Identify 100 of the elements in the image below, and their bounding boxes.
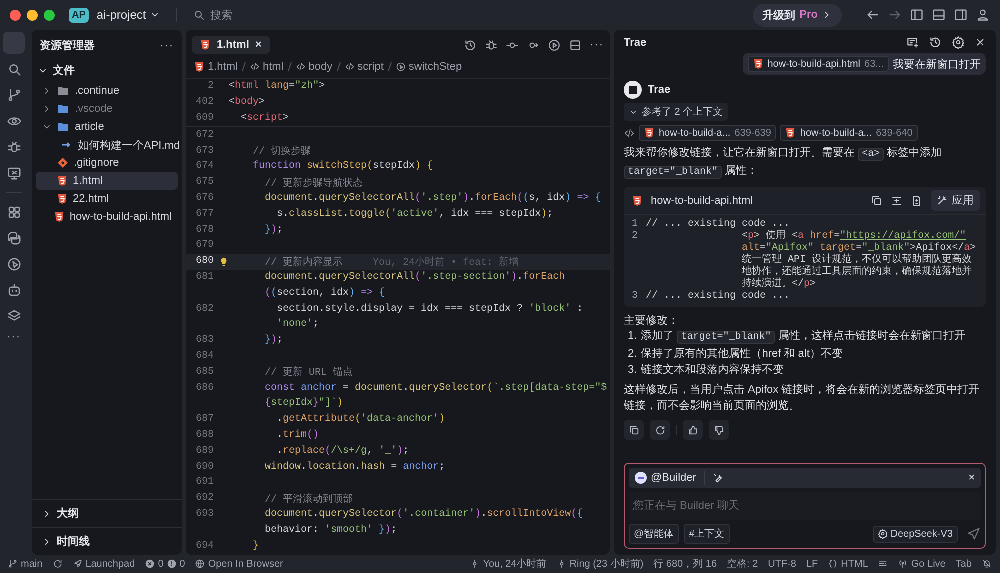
file-tree-item[interactable]: article [36, 118, 178, 136]
breadcrumb[interactable]: html [262, 61, 284, 73]
list-item: 1. 添加了 target="_blank" 属性，这样点击链接时会在新窗口打开 [627, 328, 966, 346]
branch-label[interactable]: main [21, 558, 43, 570]
section-header[interactable]: 大纲 [32, 499, 182, 527]
line-number: 674 [194, 161, 215, 172]
history-icon[interactable] [929, 36, 942, 49]
encoding-status[interactable]: UTF-8 [768, 558, 796, 570]
project-badge: AP [69, 8, 89, 22]
line-ending-status[interactable]: LF [806, 558, 818, 570]
code-line: window.location.hash = anchor; [264, 462, 446, 473]
upgrade-button[interactable]: 升级到 Pro [752, 4, 842, 26]
file-tree-item[interactable]: .continue [36, 82, 178, 100]
context-chip[interactable]: how-to-build-a... 639-640 [780, 125, 918, 141]
blame-status[interactable]: You, 24小时前 [483, 557, 547, 571]
forward-icon[interactable] [888, 8, 902, 22]
code-line: // 更新步骤导航状态 [264, 176, 364, 190]
file-chip[interactable]: how-to-build-api.html 63... [748, 56, 889, 72]
file-tree-item[interactable]: 如何构建一个API.md [36, 136, 178, 154]
apply-button[interactable]: 应用 [931, 190, 980, 211]
wrench-icon[interactable] [713, 472, 724, 484]
file-tree-item[interactable]: how-to-build-api.html [36, 208, 178, 226]
close-icon[interactable] [975, 37, 986, 48]
search-icon [6, 62, 22, 76]
agent-button[interactable]: @智能体 [629, 524, 680, 544]
right-panel-icon[interactable] [954, 8, 968, 22]
go-live-button[interactable]: Go Live [911, 558, 946, 570]
commit-status[interactable]: Ring (23 小时前) [570, 557, 644, 571]
more-button[interactable]: ··· [7, 331, 21, 343]
project-switcher[interactable]: ai-project [96, 8, 160, 22]
copy-button[interactable] [624, 420, 644, 440]
more-button[interactable]: ··· [160, 40, 174, 52]
bell-off-icon[interactable] [982, 559, 992, 569]
breadcrumb[interactable]: 1.html [208, 61, 238, 73]
back-icon[interactable] [866, 8, 880, 22]
section-header[interactable]: 时间线 [32, 527, 182, 555]
line-number: 681 [194, 272, 215, 283]
section-header[interactable]: 文件 [32, 59, 182, 82]
zoom-window-button[interactable] [44, 10, 55, 20]
split-editor-icon[interactable] [569, 38, 582, 52]
chat-input[interactable]: 您正在与 Builder 聊天 [629, 492, 981, 520]
history-icon[interactable] [464, 38, 477, 52]
more-button[interactable]: ··· [590, 39, 604, 51]
close-button[interactable]: × [968, 472, 975, 484]
references-toggle[interactable]: 参考了 2 个上下文 [624, 103, 728, 121]
regenerate-button[interactable] [650, 420, 670, 440]
grid-icon [6, 204, 22, 220]
html-file-icon [54, 211, 65, 223]
error-count[interactable]: 0 [158, 558, 164, 570]
warning-count[interactable]: 0 [180, 558, 186, 570]
breadcrumb[interactable]: switchStep [408, 61, 462, 73]
insert-icon[interactable] [891, 194, 903, 206]
settings-icon[interactable] [952, 36, 965, 49]
lightbulb-icon[interactable] [219, 256, 229, 267]
robot-icon [6, 282, 22, 298]
message-text: 主要修改： [624, 314, 680, 328]
new-chat-icon[interactable] [906, 36, 919, 49]
copy-icon[interactable] [871, 194, 883, 206]
assistant-avatar [624, 81, 642, 99]
sync-icon[interactable] [52, 559, 63, 569]
code-line: } [252, 540, 260, 552]
line-number: 677 [194, 208, 215, 220]
line-number: 689 [194, 446, 215, 457]
agent-chip[interactable]: @Builder [635, 472, 696, 484]
file-icon[interactable] [911, 194, 923, 206]
launchpad-link[interactable]: Launchpad [86, 558, 136, 570]
breadcrumb[interactable]: body [308, 61, 333, 73]
file-tree-item[interactable]: .gitignore [36, 154, 178, 172]
dislike-button[interactable] [709, 420, 729, 440]
line-number: 1 [632, 219, 640, 231]
bug-icon[interactable] [485, 38, 498, 52]
cursor-position[interactable]: 行 680，列 16 [654, 557, 718, 571]
editor-tab[interactable]: 1.html × [192, 36, 270, 54]
play-icon[interactable] [548, 38, 561, 52]
close-window-button[interactable] [10, 10, 21, 20]
minimize-window-button[interactable] [27, 10, 38, 20]
account-icon[interactable] [976, 8, 990, 22]
code-line: // 平滑滚动到顶部 [264, 492, 354, 506]
breadcrumb[interactable]: script [358, 61, 384, 73]
html-file-icon [200, 39, 211, 51]
language-mode[interactable]: HTML [841, 558, 868, 570]
model-selector[interactable]: DeepSeek-V3 [872, 526, 958, 542]
code-line: <script> [240, 112, 290, 124]
send-icon[interactable] [967, 527, 981, 541]
left-panel-icon[interactable] [910, 8, 924, 22]
like-button[interactable] [683, 420, 703, 440]
folder-icon [57, 121, 70, 133]
format-icon[interactable] [878, 559, 888, 569]
indentation-status[interactable]: 空格: 2 [727, 557, 758, 571]
tab-status[interactable]: Tab [956, 558, 972, 570]
context-button[interactable]: #上下文 [684, 524, 730, 544]
file-tree-item[interactable]: 1.html [36, 172, 178, 190]
code-line: // 更新 URL 锚点 [264, 366, 354, 380]
open-in-browser-link[interactable]: Open In Browser [208, 558, 284, 570]
line-number: 672 [194, 130, 215, 141]
search-field[interactable]: 搜索 [210, 8, 232, 22]
file-tree-item[interactable]: 22.html [36, 190, 178, 208]
bottom-panel-icon[interactable] [932, 8, 946, 22]
context-chip[interactable]: how-to-build-a... 639-639 [639, 125, 776, 141]
file-tree-item[interactable]: .vscode [36, 100, 178, 118]
